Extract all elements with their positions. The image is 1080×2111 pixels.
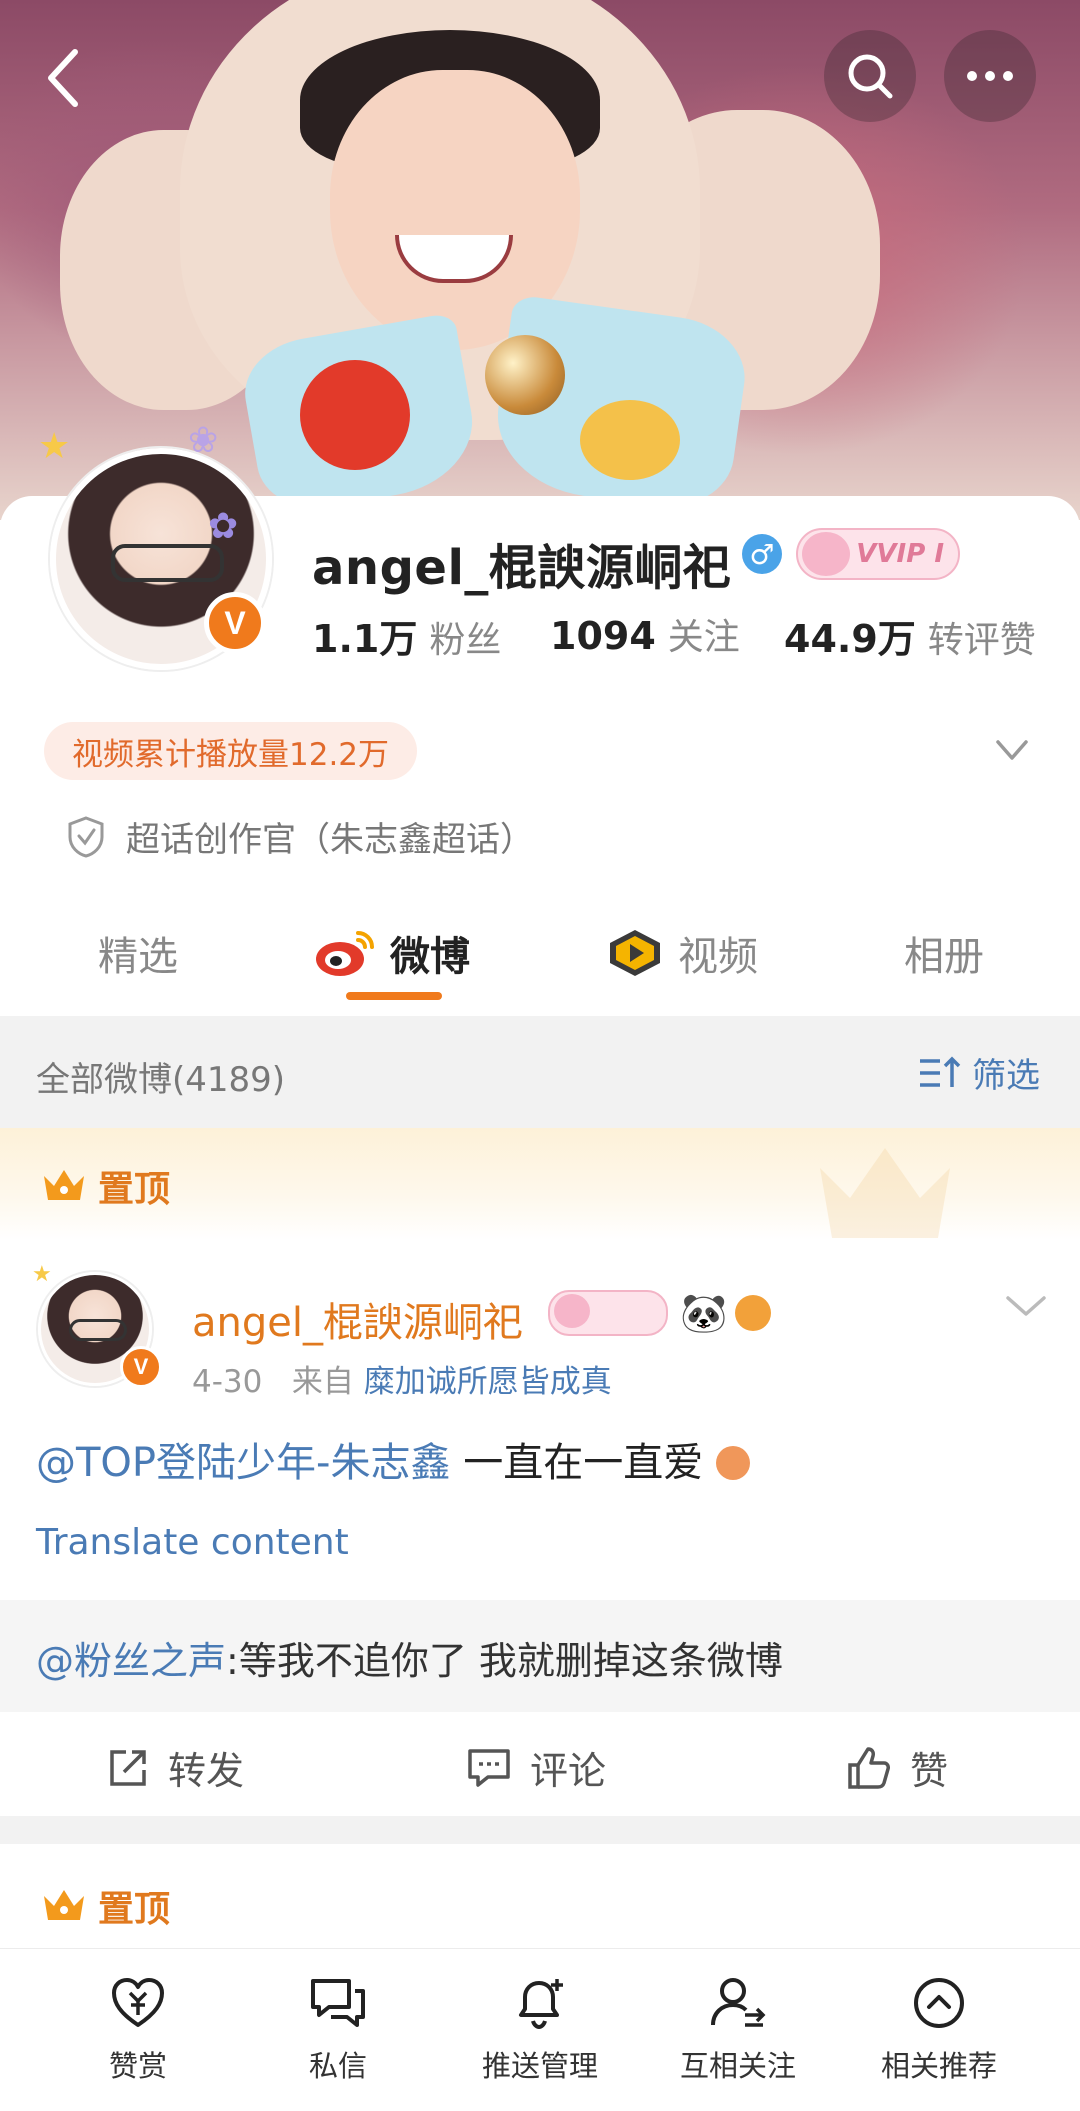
- stat-interactions[interactable]: 44.9万 转评赞: [784, 608, 1036, 663]
- comment-icon: [468, 1748, 510, 1787]
- more-dots-icon: [967, 71, 1013, 81]
- tab-featured[interactable]: 精选: [98, 924, 178, 982]
- crown-icon: [44, 1170, 84, 1200]
- profile-tabs: 精选 微博 视频 相册: [0, 906, 1080, 1012]
- repost-button[interactable]: 转发: [106, 1740, 244, 1795]
- all-posts-count: 全部微博(4189): [36, 1060, 286, 1100]
- pinned-header-2: 置顶: [40, 1880, 170, 1932]
- crown-icon: [44, 1890, 84, 1920]
- search-button[interactable]: [824, 30, 916, 122]
- vvip-badge[interactable]: VVIP I: [796, 528, 960, 580]
- crown-watermark-icon: [820, 1148, 950, 1238]
- filter-button[interactable]: 筛选: [918, 1048, 1040, 1097]
- super-topic-row[interactable]: 超话创作官（朱志鑫超话）: [66, 812, 534, 861]
- reward-heart-icon: [112, 1978, 164, 2027]
- chevron-up-circle-icon: [914, 1978, 964, 2028]
- gender-male-icon: ♂: [742, 534, 782, 574]
- like-button[interactable]: 赞: [846, 1740, 948, 1795]
- post-mention-link[interactable]: @TOP登陆少年-朱志鑫: [36, 1440, 450, 1486]
- weibo-logo-icon: [316, 931, 374, 976]
- filter-icon: [920, 1056, 961, 1087]
- tab-album[interactable]: 相册: [904, 924, 984, 982]
- comment-button[interactable]: 评论: [466, 1740, 606, 1795]
- repost-icon: [110, 1749, 146, 1786]
- expand-chevron-icon[interactable]: [994, 732, 1030, 768]
- butterfly-sticker-icon: ✿: [208, 506, 239, 547]
- verified-badge: V: [204, 592, 266, 654]
- post-separator: [0, 1816, 1080, 1844]
- verified-badge-small: V: [120, 1346, 162, 1388]
- search-icon: [848, 54, 893, 99]
- active-tab-indicator: [346, 992, 442, 1000]
- message-button[interactable]: 私信: [263, 1975, 413, 2085]
- more-button[interactable]: [944, 30, 1036, 122]
- video-badge-icon: [610, 930, 660, 976]
- bell-plus-icon: [519, 1979, 563, 2030]
- post-meta: 4-30 来自 糜加诚所愿皆成真: [192, 1364, 612, 1400]
- stat-fans[interactable]: 1.1万 粉丝: [312, 608, 501, 663]
- post-source-link[interactable]: 糜加诚所愿皆成真: [364, 1364, 612, 1400]
- star-sticker-icon: ★: [32, 1262, 52, 1287]
- video-plays-pill[interactable]: 视频累计播放量12.2万: [44, 722, 418, 780]
- pig-icon: [802, 532, 850, 576]
- pinned-header: 置顶: [0, 1128, 1080, 1240]
- post-menu-chevron-icon[interactable]: [1004, 1292, 1048, 1320]
- quoted-post[interactable]: @粉丝之声:等我不追你了 我就删掉这条微博: [0, 1600, 1080, 1712]
- back-button[interactable]: [28, 38, 98, 118]
- push-management-button[interactable]: 推送管理: [465, 1975, 615, 2085]
- post-actions: 转发 评论 赞: [0, 1716, 1080, 1816]
- post-author-badges: 🐼: [548, 1290, 772, 1336]
- translate-link[interactable]: Translate content: [36, 1522, 349, 1563]
- profile-name: angel_棍諛源峒祀: [312, 540, 732, 596]
- cat-sticker-icon: ❀: [188, 420, 219, 461]
- profile-avatar[interactable]: ★ ❀ ✿ V: [38, 420, 278, 670]
- post-author-name[interactable]: angel_棍諛源峒祀: [192, 1290, 523, 1348]
- reward-button[interactable]: 赞赏: [63, 1975, 213, 2085]
- message-icon: [311, 1979, 365, 2027]
- mutual-follow-icon: [711, 1978, 766, 2027]
- emoji-icon: [715, 1446, 750, 1480]
- pinned-label: 置顶: [98, 1169, 171, 1210]
- fish-icon: [735, 1295, 772, 1331]
- panda-icon: 🐼: [680, 1290, 728, 1335]
- post-text: @TOP登陆少年-朱志鑫 一直在一直爱: [36, 1430, 750, 1488]
- stat-following[interactable]: 1094 关注: [550, 608, 740, 660]
- post-author-avatar[interactable]: ★ V: [32, 1262, 162, 1390]
- mutual-follow-button[interactable]: 互相关注: [663, 1975, 813, 2085]
- shield-icon: [68, 815, 104, 858]
- tab-video[interactable]: 视频: [606, 924, 758, 982]
- star-sticker-icon: ★: [38, 426, 71, 467]
- related-recommend-button[interactable]: 相关推荐: [864, 1975, 1014, 2085]
- bottom-action-bar: 赞赏 私信 推送管理 互相关注 相关推荐: [0, 1948, 1080, 2111]
- thumbs-up-icon: [848, 1746, 890, 1789]
- vip-badge-small: [548, 1290, 668, 1336]
- super-topic-label: 超话创作官（朱志鑫超话）: [126, 820, 534, 860]
- back-arrow-icon: [48, 49, 78, 107]
- tab-weibo[interactable]: 微博: [314, 924, 470, 982]
- filter-bar: 全部微博(4189) 筛选: [0, 1016, 1080, 1128]
- quote-mention-link[interactable]: @粉丝之声: [36, 1639, 226, 1683]
